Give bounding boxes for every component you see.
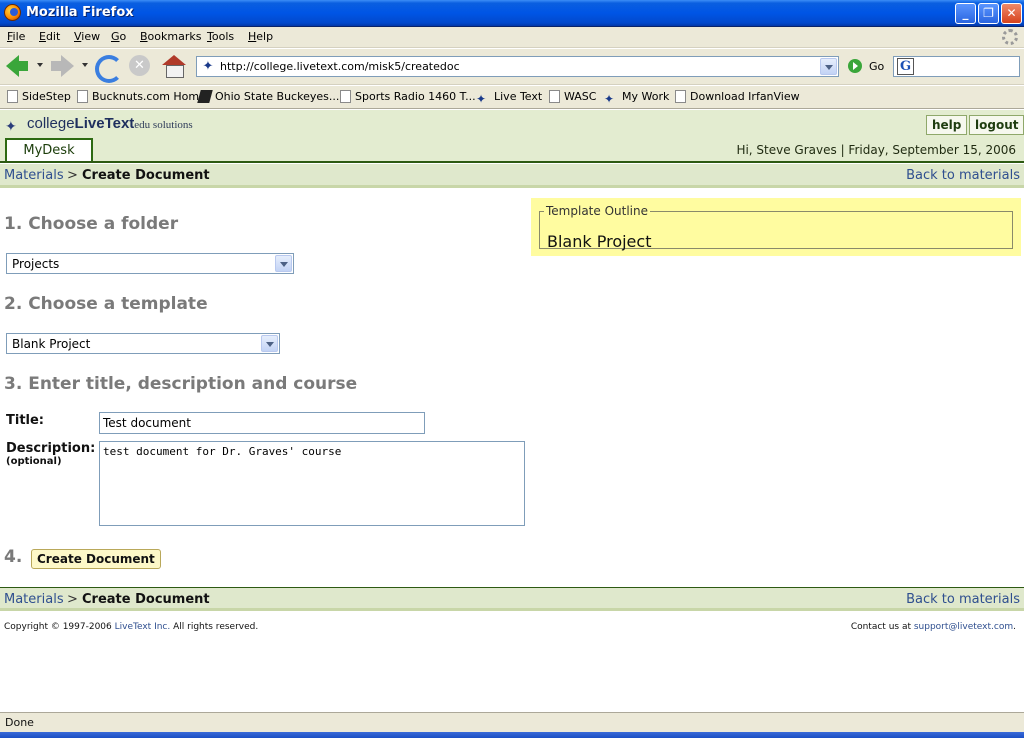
folder-select-value: Projects <box>12 257 60 271</box>
copyright-notice: Copyright © 1997-2006 LiveText Inc. All … <box>4 622 259 632</box>
url-history-dropdown-icon[interactable] <box>820 58 837 75</box>
breadcrumb-materials-link[interactable]: Materials <box>4 168 64 183</box>
template-outline-fieldset: Template Outline Blank Project <box>539 204 1013 251</box>
menu-bookmarks[interactable]: Bookmarks <box>140 30 201 43</box>
firefox-logo-icon <box>4 4 21 21</box>
page-icon <box>7 90 18 103</box>
forward-arrow-icon[interactable] <box>50 53 76 79</box>
header-divider <box>0 161 1024 163</box>
bookmark-item[interactable]: ✦ Live Text <box>476 90 542 106</box>
site-header: ✦ collegeLiveTextedu solutions help logou… <box>0 110 1024 163</box>
page-icon <box>675 90 686 103</box>
menu-file[interactable]: File <box>7 30 25 43</box>
back-to-materials-link[interactable]: Back to materials <box>906 168 1020 183</box>
menu-bar: File Edit View Go Bookmarks Tools Help <box>0 27 1024 48</box>
search-box[interactable]: G <box>893 56 1020 77</box>
breadcrumb-current: Create Document <box>82 168 210 183</box>
window-titlebar: Mozilla Firefox _ ❐ ✕ <box>0 0 1024 27</box>
title-label: Title: <box>6 413 45 428</box>
page-icon <box>549 90 560 103</box>
window-title: Mozilla Firefox <box>26 5 134 20</box>
livetext-logo-icon: ✦ <box>5 119 17 135</box>
menu-tools[interactable]: Tools <box>207 30 234 43</box>
bookmark-item[interactable]: Download IrfanView <box>675 90 800 106</box>
description-textarea[interactable]: test document for Dr. Graves' course <box>99 441 525 526</box>
status-text: Done <box>5 716 34 729</box>
bookmarks-toolbar: SideStep Bucknuts.com Home Ohio State Bu… <box>0 86 1024 109</box>
tab-mydesk[interactable]: MyDesk <box>5 138 93 163</box>
go-button-label[interactable]: Go <box>869 60 884 73</box>
bookmark-item[interactable]: ✦ My Work <box>604 90 669 106</box>
create-document-button[interactable]: Create Document <box>31 549 161 569</box>
chevron-down-icon[interactable] <box>261 335 278 352</box>
user-greeting: Hi, Steve Graves | Friday, September 15,… <box>736 143 1016 157</box>
url-text[interactable]: http://college.livetext.com/misk5/create… <box>220 60 460 73</box>
menu-view[interactable]: View <box>74 30 100 43</box>
breadcrumb-current: Create Document <box>82 592 210 607</box>
template-outline-legend: Template Outline <box>546 204 648 218</box>
template-outline-value: Blank Project <box>547 232 652 251</box>
breadcrumb-materials-link[interactable]: Materials <box>4 592 64 607</box>
reload-icon[interactable] <box>93 53 123 83</box>
chevron-down-icon[interactable] <box>275 255 292 272</box>
stop-icon[interactable] <box>127 53 153 79</box>
step4-label: 4. <box>4 547 23 567</box>
url-bar[interactable]: ✦ http://college.livetext.com/misk5/crea… <box>196 56 839 77</box>
bookmark-item[interactable]: Sports Radio 1460 T... <box>340 90 476 106</box>
site-favicon-icon: ✦ <box>202 59 214 74</box>
template-outline-panel: Template Outline Blank Project <box>531 198 1021 256</box>
page-icon <box>77 90 88 103</box>
bookmark-item[interactable]: Ohio State Buckeyes... <box>197 90 339 106</box>
menu-edit[interactable]: Edit <box>39 30 60 43</box>
support-email-link[interactable]: support@livetext.com <box>914 622 1013 632</box>
bookmark-item[interactable]: SideStep <box>7 90 71 106</box>
google-search-engine-icon[interactable]: G <box>897 58 914 75</box>
breadcrumb-separator: > <box>67 592 78 607</box>
back-to-materials-link[interactable]: Back to materials <box>906 592 1020 607</box>
brand-logo: ✦ collegeLiveTextedu solutions <box>5 115 193 135</box>
livetext-logo-icon: ✦ <box>476 92 487 106</box>
navigation-toolbar: ✦ http://college.livetext.com/misk5/crea… <box>0 49 1024 85</box>
step1-heading: 1. Choose a folder <box>4 214 179 234</box>
taskbar-edge <box>0 732 1024 738</box>
folder-select[interactable]: Projects <box>6 253 294 274</box>
bookmark-item[interactable]: Bucknuts.com Home <box>77 90 206 106</box>
back-arrow-icon[interactable] <box>4 53 30 79</box>
forward-history-dropdown-icon[interactable] <box>82 63 88 67</box>
breadcrumb-separator: > <box>67 168 78 183</box>
title-input[interactable]: Test document <box>99 412 425 434</box>
template-select-value: Blank Project <box>12 337 91 351</box>
ohio-state-logo-icon <box>197 90 213 103</box>
template-select[interactable]: Blank Project <box>6 333 280 354</box>
livetext-inc-link[interactable]: LiveText Inc. <box>115 622 171 632</box>
contact-notice: Contact us at support@livetext.com. <box>850 622 1016 632</box>
maximize-button[interactable]: ❐ <box>978 3 999 24</box>
livetext-logo-icon: ✦ <box>604 92 615 106</box>
status-bar: Done <box>0 712 1024 732</box>
breadcrumb-top: Materials > Create Document Back to mate… <box>0 164 1024 188</box>
description-optional-note: (optional) <box>6 456 62 467</box>
step3-heading: 3. Enter title, description and course <box>4 374 358 394</box>
description-label: Description: <box>6 441 96 456</box>
help-button[interactable]: help <box>926 115 968 135</box>
go-icon[interactable] <box>848 59 862 73</box>
breadcrumb-bottom: Materials > Create Document Back to mate… <box>0 587 1024 611</box>
minimize-button[interactable]: _ <box>955 3 976 24</box>
page-icon <box>340 90 351 103</box>
logout-button[interactable]: logout <box>969 115 1024 135</box>
menu-go[interactable]: Go <box>111 30 126 43</box>
close-button[interactable]: ✕ <box>1001 3 1022 24</box>
back-history-dropdown-icon[interactable] <box>37 63 43 67</box>
home-icon[interactable] <box>161 53 187 79</box>
throbber-icon <box>1002 29 1018 45</box>
step2-heading: 2. Choose a template <box>4 294 208 314</box>
menu-help[interactable]: Help <box>248 30 273 43</box>
bookmark-item[interactable]: WASC <box>549 90 596 106</box>
